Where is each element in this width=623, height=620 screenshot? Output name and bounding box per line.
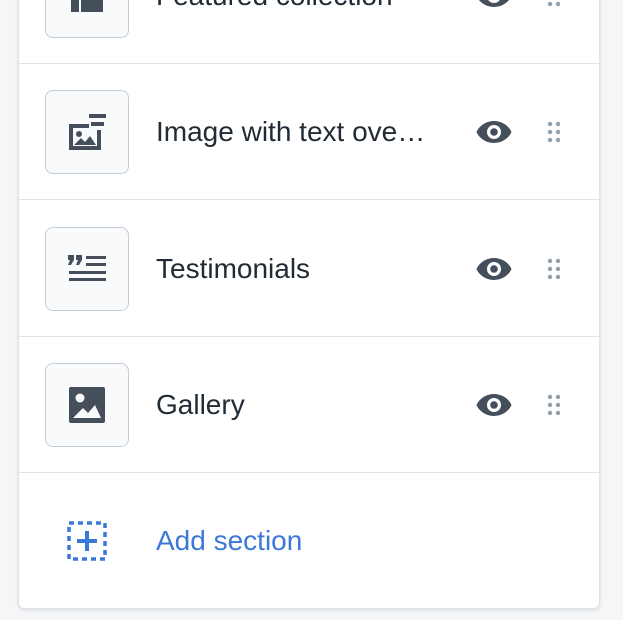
add-section-button[interactable]: Add section: [19, 474, 599, 608]
image-icon: [69, 387, 105, 423]
section-item-image-with-text-overlay[interactable]: Image with text ove…: [19, 64, 599, 200]
section-label: Testimonials: [156, 253, 311, 284]
section-item-featured-collection[interactable]: Featured collection: [19, 0, 599, 64]
visibility-eye-icon[interactable]: [475, 387, 513, 423]
section-label: Gallery: [156, 389, 245, 420]
section-icon-tile: [45, 227, 129, 311]
visibility-eye-icon[interactable]: [475, 251, 513, 287]
section-label: Image with text ove…: [156, 116, 426, 147]
drag-handle-icon[interactable]: [543, 0, 565, 9]
section-icon-tile: [45, 0, 129, 38]
visibility-eye-icon[interactable]: [475, 114, 513, 150]
collection-icon: [71, 0, 103, 12]
section-item-gallery[interactable]: Gallery: [19, 337, 599, 473]
add-section-label: Add section: [156, 525, 303, 556]
section-icon-tile: [45, 90, 129, 174]
section-icon-tile: [45, 363, 129, 447]
drag-handle-icon[interactable]: [543, 392, 565, 418]
section-item-testimonials[interactable]: Testimonials: [19, 201, 599, 337]
add-section-icon: [67, 521, 107, 561]
drag-handle-icon[interactable]: [543, 119, 565, 145]
visibility-eye-icon[interactable]: [475, 0, 513, 14]
quote-icon: [68, 255, 106, 281]
image-with-text-icon: [69, 114, 106, 150]
sections-panel: Featured collection Image with text ove…: [18, 0, 600, 609]
drag-handle-icon[interactable]: [543, 256, 565, 282]
section-label: Featured collection: [156, 0, 456, 64]
